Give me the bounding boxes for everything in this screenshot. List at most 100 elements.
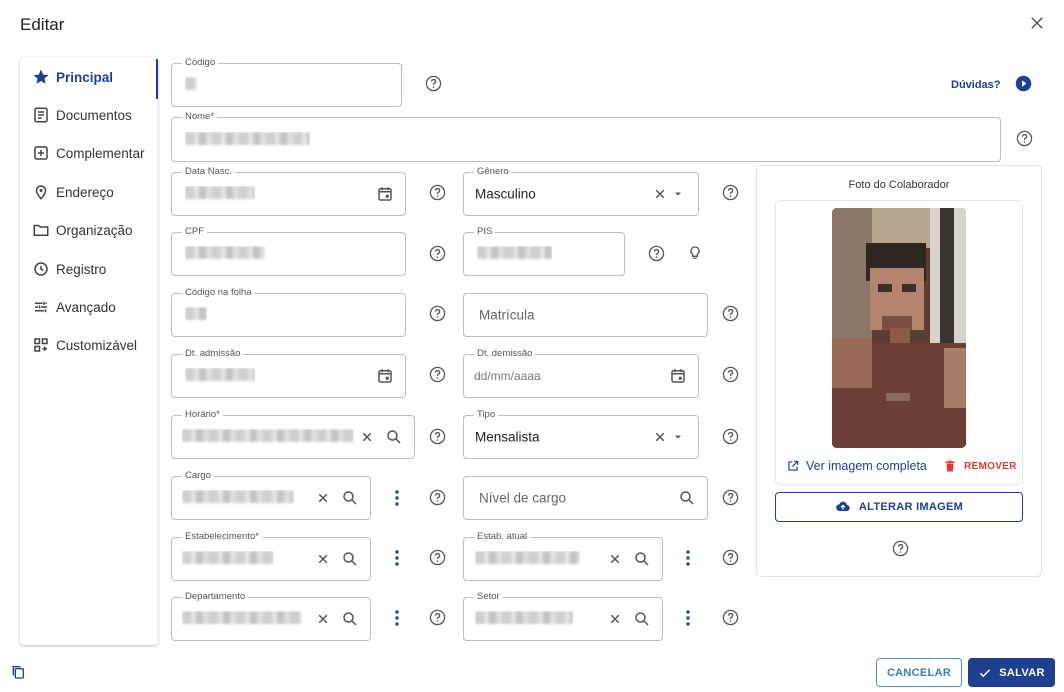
help-icon[interactable]: [1016, 130, 1033, 147]
more-vert-icon[interactable]: [390, 489, 404, 507]
clear-icon[interactable]: [651, 428, 669, 446]
clear-icon[interactable]: [606, 610, 624, 628]
sidebar-item-label: Organização: [56, 222, 133, 238]
setor-field[interactable]: Setor: [463, 591, 663, 641]
sidebar-item-customizavel[interactable]: Customizável: [20, 327, 158, 363]
help-icon[interactable]: [722, 428, 739, 445]
clear-icon[interactable]: [651, 185, 669, 203]
search-icon[interactable]: [341, 550, 359, 568]
estab-atual-field[interactable]: Estab. atual: [463, 531, 663, 581]
sidebar-item-label: Principal: [56, 69, 114, 85]
dropdown-arrow-icon[interactable]: [669, 185, 687, 203]
sidebar-item-avancado[interactable]: Avançado: [20, 289, 158, 325]
help-icon[interactable]: [429, 609, 446, 626]
help-icon[interactable]: [429, 245, 446, 262]
estab-atual-value: [475, 551, 580, 567]
help-icon[interactable]: [425, 75, 442, 92]
employee-photo: [832, 208, 966, 448]
tipo-select[interactable]: Tipo Mensalista: [463, 409, 699, 459]
save-button[interactable]: SALVAR: [968, 658, 1055, 687]
help-icon[interactable]: [429, 305, 446, 322]
estab-atual-label: Estab. atual: [474, 531, 531, 543]
dt-admissao-field[interactable]: Dt. admissão: [171, 348, 406, 398]
cpf-field[interactable]: CPF: [171, 226, 406, 276]
copy-icon[interactable]: [10, 664, 26, 680]
sidebar-item-label: Customizável: [56, 337, 138, 353]
cpf-value: [185, 246, 265, 262]
play-circle-icon[interactable]: [1015, 75, 1032, 92]
more-vert-icon[interactable]: [390, 609, 404, 627]
clear-icon[interactable]: [358, 428, 376, 446]
search-icon[interactable]: [678, 489, 696, 507]
matricula-field[interactable]: Matrícula: [463, 293, 708, 337]
more-vert-icon[interactable]: [390, 549, 404, 567]
lightbulb-icon[interactable]: [687, 244, 703, 262]
search-icon[interactable]: [633, 550, 651, 568]
codigo-folha-field[interactable]: Código na folha: [171, 287, 406, 337]
help-icon[interactable]: [429, 489, 446, 506]
help-icon[interactable]: [429, 184, 446, 201]
search-icon[interactable]: [341, 610, 359, 628]
tipo-value: Mensalista: [475, 429, 540, 445]
dt-admissao-value: [185, 368, 255, 384]
genero-select[interactable]: Gênero Masculino: [463, 166, 699, 216]
dropdown-arrow-icon[interactable]: [669, 428, 687, 446]
change-image-button[interactable]: ALTERAR IMAGEM: [775, 492, 1023, 522]
help-icon[interactable]: [722, 305, 739, 322]
help-icon[interactable]: [429, 428, 446, 445]
document-icon: [34, 107, 48, 123]
remove-image-button[interactable]: REMOVER: [944, 460, 1017, 473]
sliders-icon: [35, 301, 47, 313]
sidebar-item-label: Registro: [56, 261, 107, 277]
sidebar-item-organizacao[interactable]: Organização: [20, 212, 158, 248]
help-icon[interactable]: [892, 540, 909, 557]
calendar-icon[interactable]: [376, 185, 394, 203]
help-icon[interactable]: [429, 366, 446, 383]
cpf-label: CPF: [182, 226, 207, 238]
cargo-field[interactable]: Cargo: [171, 470, 371, 520]
data-nasc-field[interactable]: Data Nasc.: [171, 166, 406, 216]
search-icon[interactable]: [341, 489, 359, 507]
dt-demissao-field[interactable]: Dt. demissão dd/mm/aaaa: [463, 348, 699, 398]
view-full-image-link[interactable]: Ver imagem completa: [786, 459, 927, 473]
horario-field[interactable]: Horário*: [171, 409, 415, 459]
edit-dialog: Editar Principal Documentos Complementar…: [0, 0, 1064, 692]
cancel-button[interactable]: CANCELAR: [876, 658, 962, 687]
codigo-field[interactable]: Código: [171, 57, 402, 107]
help-icon[interactable]: [429, 549, 446, 566]
departamento-field[interactable]: Departamento: [171, 591, 371, 641]
nivel-cargo-field[interactable]: Nível de cargo: [463, 476, 708, 520]
sidebar-item-registro[interactable]: Registro: [20, 251, 158, 287]
search-icon[interactable]: [633, 610, 651, 628]
help-icon[interactable]: [722, 549, 739, 566]
search-icon[interactable]: [385, 428, 403, 446]
sidebar-item-complementar[interactable]: Complementar: [20, 135, 158, 171]
pis-field[interactable]: PIS: [463, 226, 625, 276]
estabelecimento-field[interactable]: Estabelecimento*: [171, 531, 371, 581]
check-icon: [980, 668, 991, 677]
close-icon[interactable]: [1026, 14, 1048, 36]
more-vert-icon[interactable]: [681, 609, 695, 627]
clear-icon[interactable]: [314, 489, 332, 507]
sidebar-item-principal[interactable]: Principal: [20, 59, 158, 99]
clear-icon[interactable]: [606, 550, 624, 568]
sidebar-item-endereco[interactable]: Endereço: [20, 174, 158, 210]
clear-icon[interactable]: [314, 610, 332, 628]
sidebar-nav: Principal Documentos Complementar Endere…: [20, 57, 158, 645]
more-vert-icon[interactable]: [681, 549, 695, 567]
calendar-icon[interactable]: [376, 367, 394, 385]
duvidas-link[interactable]: Dúvidas?: [951, 79, 1001, 91]
help-icon[interactable]: [722, 184, 739, 201]
clear-icon[interactable]: [314, 550, 332, 568]
nome-field[interactable]: Nome*: [171, 111, 1001, 162]
help-icon[interactable]: [722, 609, 739, 626]
calendar-icon[interactable]: [669, 367, 687, 385]
change-image-label: ALTERAR IMAGEM: [858, 501, 964, 513]
help-icon[interactable]: [722, 366, 739, 383]
help-icon[interactable]: [722, 489, 739, 506]
data-nasc-value: [185, 186, 255, 202]
data-nasc-label: Data Nasc.: [182, 166, 235, 178]
help-icon[interactable]: [648, 245, 665, 262]
departamento-label: Departamento: [182, 591, 249, 603]
sidebar-item-documentos[interactable]: Documentos: [20, 97, 158, 133]
